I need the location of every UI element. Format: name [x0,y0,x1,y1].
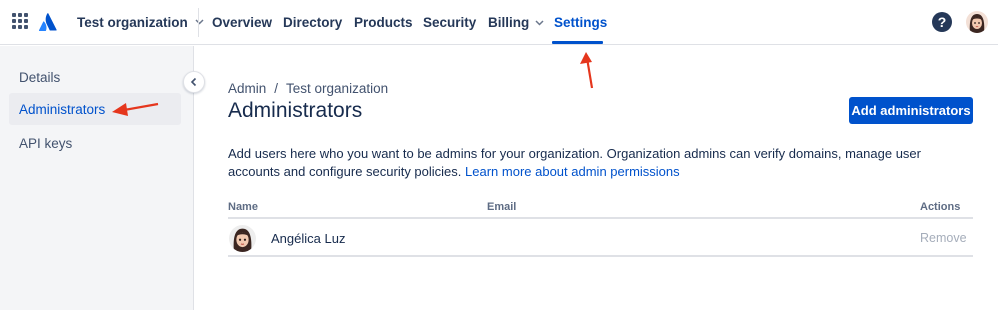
settings-sidebar: Details Administrators API keys [0,46,194,310]
sidebar-item-details[interactable]: Details [9,61,181,93]
nav-products[interactable]: Products [354,0,413,45]
annotation-arrow-icon [112,102,159,116]
remove-admin-link[interactable]: Remove [920,231,967,245]
nav-overview-label: Overview [212,15,273,30]
nav-security-label: Security [423,15,477,30]
page-title: Administrators [228,99,363,122]
chevron-down-icon [195,19,204,25]
top-navigation: Test organization Overview Directory Pro… [0,0,998,45]
nav-security[interactable]: Security [423,0,476,45]
nav-billing[interactable]: Billing [488,0,544,45]
user-avatar[interactable] [966,11,988,33]
avatar [229,225,256,252]
add-administrators-label: Add administrators [851,103,971,118]
column-header-email: Email [487,201,517,213]
chevron-left-icon [190,77,197,87]
nav-directory[interactable]: Directory [283,0,342,45]
active-tab-indicator [552,41,603,44]
learn-more-link[interactable]: Learn more about admin permissions [465,164,680,179]
organization-switcher[interactable]: Test organization [71,9,210,35]
app-switcher-grid-icon[interactable] [12,13,28,29]
chevron-down-icon [535,19,544,26]
breadcrumb-admin[interactable]: Admin [228,81,266,96]
organization-name: Test organization [77,14,188,30]
nav-billing-label: Billing [488,15,530,30]
table-row-divider [228,255,973,257]
nav-settings[interactable]: Settings [554,0,607,45]
breadcrumb: Admin / Test organization [228,81,388,96]
annotation-arrow-icon [580,52,594,89]
breadcrumb-separator: / [274,81,279,96]
admin-name: Angélica Luz [271,231,346,246]
nav-products-label: Products [354,15,413,30]
breadcrumb-organization[interactable]: Test organization [286,81,388,96]
user-avatar-image [966,11,988,33]
nav-overview[interactable]: Overview [212,0,272,45]
column-header-name: Name [228,201,258,213]
table-header-divider [228,217,973,219]
avatar-image [229,225,256,252]
sidebar-item-api-keys[interactable]: API keys [9,127,181,159]
collapse-sidebar-button[interactable] [183,71,205,93]
nav-directory-label: Directory [283,15,343,30]
add-administrators-button[interactable]: Add administrators [849,97,973,124]
help-icon[interactable]: ? [932,12,952,32]
atlassian-logo-icon[interactable] [38,12,58,32]
page-description: Add users here who you want to be admins… [228,145,968,180]
nav-divider [198,8,199,37]
nav-settings-label: Settings [554,15,608,30]
sidebar-item-label: API keys [19,135,73,151]
sidebar-item-label: Details [19,69,61,85]
sidebar-item-label: Administrators [19,101,106,117]
help-icon-glyph: ? [937,14,947,30]
column-header-actions: Actions [920,201,961,213]
